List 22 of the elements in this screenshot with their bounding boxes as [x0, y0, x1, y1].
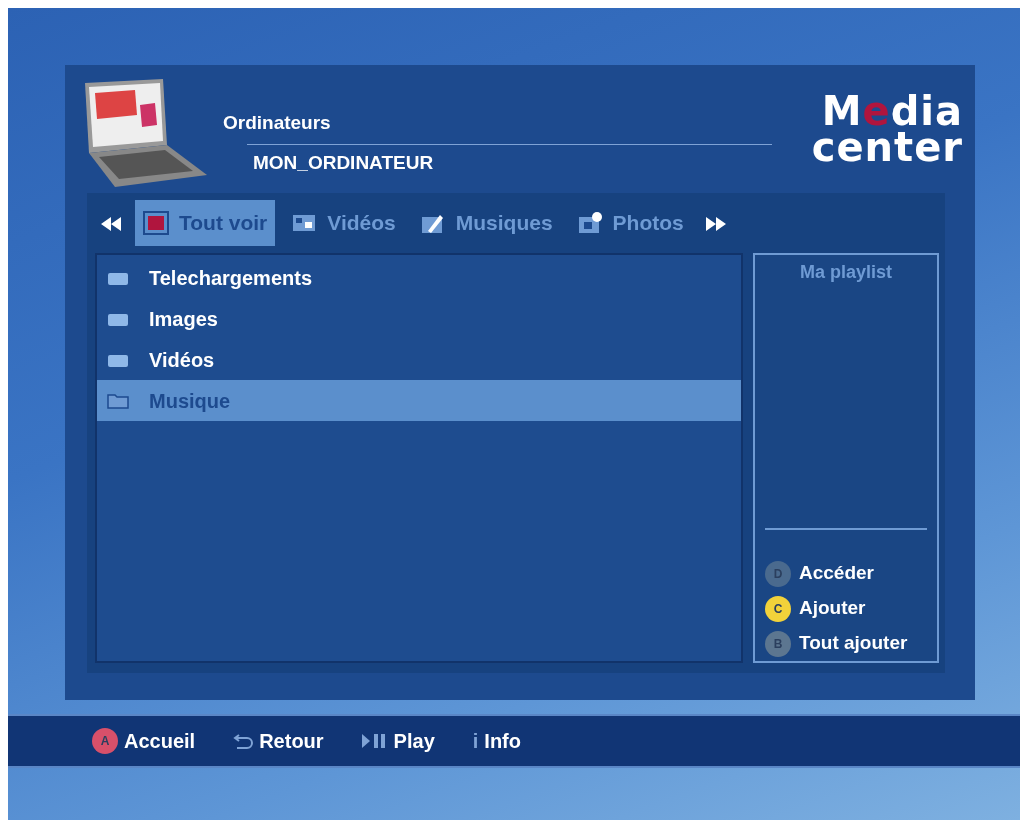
- back-arrow-icon: [233, 733, 254, 749]
- folder-item[interactable]: Vidéos: [97, 339, 741, 380]
- key-button-icon: A: [92, 728, 118, 754]
- photo-icon: [576, 211, 603, 235]
- media-center-logo: Media center: [810, 87, 963, 172]
- square-icon: [143, 211, 169, 235]
- footer-button[interactable]: Retour: [233, 726, 324, 756]
- footer-button[interactable]: i Info: [472, 726, 521, 756]
- action-label[interactable]: Accéder: [799, 559, 874, 588]
- key-button-icon: C: [765, 595, 791, 622]
- footer-button[interactable]: A Accueil: [92, 726, 196, 756]
- action-label[interactable]: Tout ajouter: [799, 629, 908, 658]
- playlist-title: Ma playlist: [800, 261, 892, 284]
- device-name: MON_ORDINATEUR: [253, 150, 434, 175]
- play-pause-icon: [361, 733, 388, 749]
- action-label[interactable]: Ajouter: [799, 594, 866, 623]
- info-icon: i: [472, 726, 479, 756]
- folder-item[interactable]: Telechargements: [97, 257, 741, 298]
- folder-item[interactable]: Images: [97, 298, 741, 339]
- category-title: Ordinateurs: [223, 111, 331, 135]
- footer-button[interactable]: Play: [361, 726, 435, 756]
- folder-icon: [107, 392, 129, 409]
